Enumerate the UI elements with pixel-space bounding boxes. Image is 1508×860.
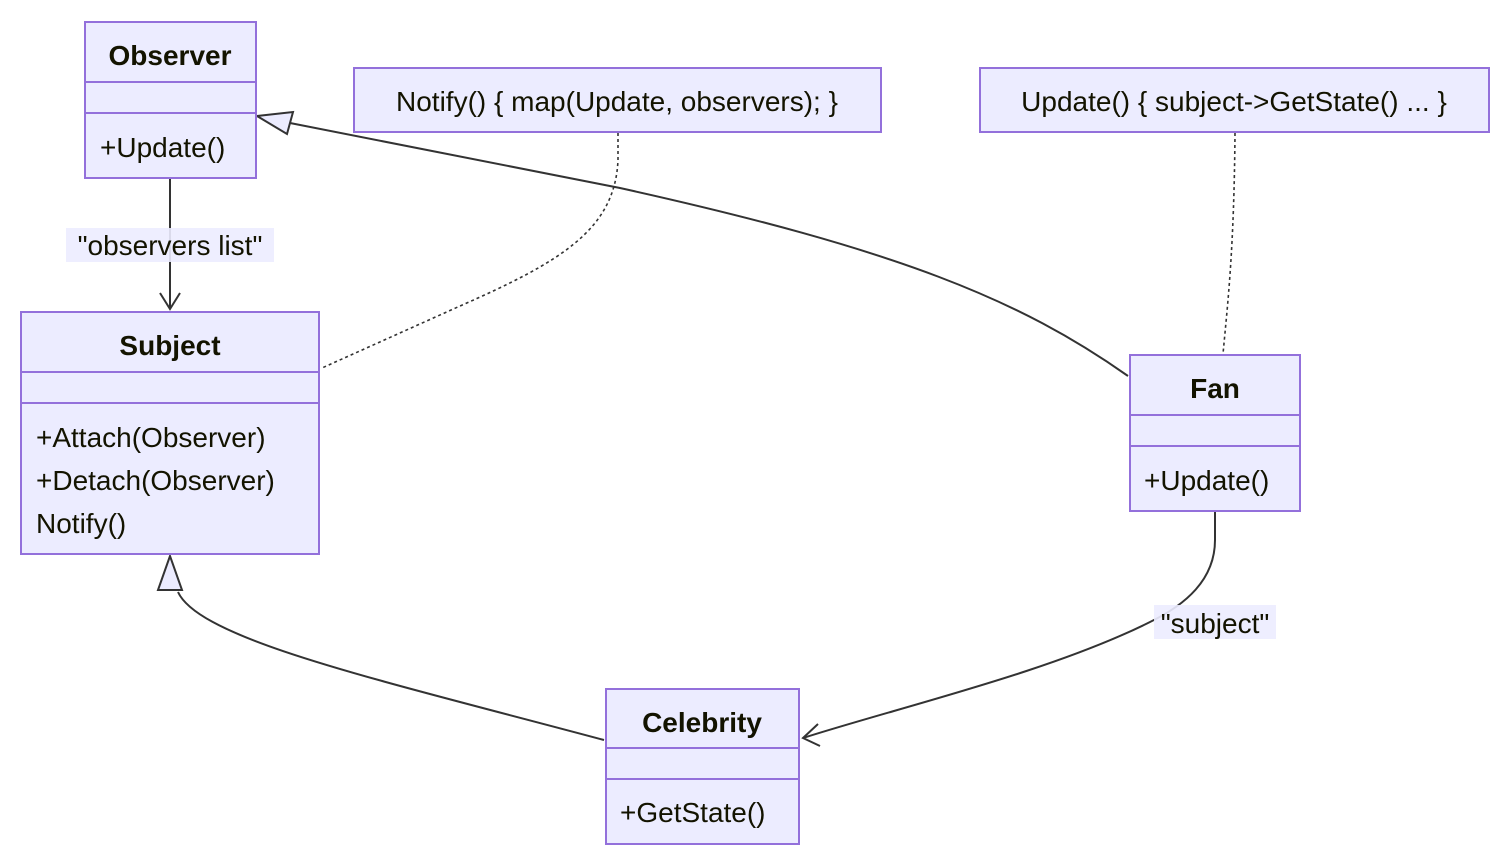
class-subject[interactable]: Subject +Attach(Observer) +Detach(Observ… <box>20 311 320 555</box>
class-method: +Detach(Observer) <box>36 465 275 496</box>
inheritance-triangle-icon <box>156 552 184 591</box>
class-fan[interactable]: Fan +Update() <box>1129 354 1301 512</box>
note-text: Notify() { map(Update, observers); } <box>396 86 838 117</box>
edge-observer-subject: "observers list" <box>66 178 274 311</box>
class-name: Subject <box>119 330 220 361</box>
edge-fan-observer-inheritance <box>253 110 1129 377</box>
class-method: Notify() <box>36 508 126 539</box>
class-method: +Update() <box>100 132 225 163</box>
class-name: Observer <box>109 40 232 71</box>
class-celebrity[interactable]: Celebrity +GetState() <box>605 688 800 845</box>
class-observer[interactable]: Observer +Update() <box>84 21 257 179</box>
class-method: +GetState() <box>620 797 766 828</box>
class-method: +Update() <box>1144 465 1269 496</box>
class-diagram: "observers list" "subject" Observer +Upd… <box>20 21 1490 845</box>
class-name: Celebrity <box>642 707 762 738</box>
edge-fan-celebrity: "subject" <box>801 512 1276 747</box>
edge-label-observers-list: "observers list" <box>78 230 263 261</box>
edge-label-subject: "subject" <box>1161 608 1270 639</box>
inheritance-triangle-icon <box>253 110 295 136</box>
class-name: Fan <box>1190 373 1240 404</box>
note-text: Update() { subject->GetState() ... } <box>1021 86 1447 117</box>
note-link-subject <box>321 133 619 369</box>
edge-celebrity-subject-inheritance <box>156 552 605 741</box>
class-method: +Attach(Observer) <box>36 422 266 453</box>
note-link-fan <box>1222 132 1236 355</box>
note-update[interactable]: Update() { subject->GetState() ... } <box>979 67 1490 133</box>
note-notify[interactable]: Notify() { map(Update, observers); } <box>353 67 882 133</box>
